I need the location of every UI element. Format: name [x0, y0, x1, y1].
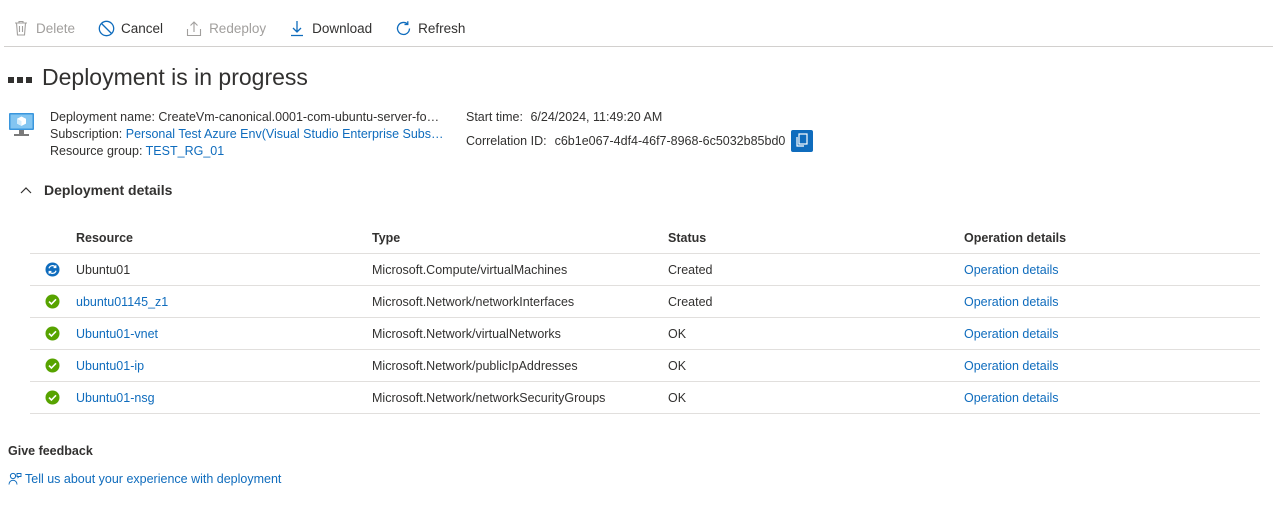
redeploy-button[interactable]: Redeploy — [185, 14, 266, 42]
resource-link[interactable]: Ubuntu01-vnet — [76, 327, 372, 341]
cancel-label: Cancel — [121, 20, 164, 36]
download-icon — [288, 19, 306, 37]
deployment-info-secondary: Start time: 6/24/2024, 11:49:20 AM Corre… — [466, 109, 814, 153]
start-time-key: Start time: — [466, 110, 523, 124]
correlation-id-value: c6b1e067-4df4-46f7-8968-6c5032b85bd0 — [554, 134, 786, 148]
delete-label: Delete — [36, 20, 76, 36]
resource-status: Created — [668, 262, 713, 277]
refresh-icon — [394, 19, 412, 37]
download-button[interactable]: Download — [288, 14, 372, 42]
deployment-name-key: Deployment name: — [50, 110, 155, 124]
subscription-link[interactable]: Personal Test Azure Env(Visual Studio En… — [126, 126, 444, 143]
table-row: Ubuntu01-nsg Microsoft.Network/networkSe… — [30, 382, 1260, 414]
start-time-value: 6/24/2024, 11:49:20 AM — [530, 110, 663, 124]
success-check-icon — [45, 390, 60, 405]
table-row: ubuntu01145_z1 Microsoft.Network/network… — [30, 286, 1260, 318]
copy-button[interactable] — [791, 130, 814, 152]
refresh-button[interactable]: Refresh — [394, 14, 465, 42]
resource-group-link[interactable]: TEST_RG_01 — [146, 144, 225, 158]
refresh-label: Refresh — [418, 20, 466, 36]
table-row: Ubuntu01-vnet Microsoft.Network/virtualN… — [30, 318, 1260, 350]
resource-status: Created — [668, 294, 713, 309]
upload-icon — [185, 19, 203, 37]
column-header-resource: Resource — [76, 230, 133, 245]
download-label: Download — [312, 20, 373, 36]
success-check-icon — [45, 358, 60, 373]
feedback-link-text: Tell us about your experience with deplo… — [25, 472, 282, 486]
operation-details-link[interactable]: Operation details — [964, 263, 1260, 277]
success-check-icon — [45, 294, 60, 309]
table-row: Ubuntu01-ip Microsoft.Network/publicIpAd… — [30, 350, 1260, 382]
delete-button[interactable]: Delete — [12, 14, 75, 42]
correlation-id-key: Correlation ID: — [466, 134, 547, 148]
success-check-icon — [45, 326, 60, 341]
feedback-person-icon — [8, 472, 22, 486]
operation-details-link[interactable]: Operation details — [964, 391, 1260, 405]
deployment-name-value: CreateVm-canonical.0001-com-ubuntu-serve… — [158, 110, 440, 124]
deployment-details-toggle[interactable]: Deployment details — [18, 182, 172, 198]
resource-type: Microsoft.Network/networkInterfaces — [372, 294, 575, 309]
virtual-machine-icon — [8, 111, 35, 138]
subscription-key: Subscription: — [50, 127, 123, 141]
deployment-info: Deployment name: CreateVm-canonical.0001… — [50, 109, 444, 160]
resource-group-key: Resource group: — [50, 144, 143, 158]
command-toolbar: Delete Cancel Redeploy Download Refresh — [4, 14, 1273, 47]
cancel-circle-icon — [97, 19, 115, 37]
resource-type: Microsoft.Compute/virtualMachines — [372, 262, 568, 277]
resource-link[interactable]: Ubuntu01-nsg — [76, 391, 372, 405]
give-feedback-heading: Give feedback — [8, 444, 93, 458]
resource-link[interactable]: ubuntu01145_z1 — [76, 295, 372, 309]
trash-icon — [12, 19, 30, 37]
deployment-details-title: Deployment details — [44, 182, 173, 198]
chevron-up-icon — [18, 182, 34, 198]
resource-link[interactable]: Ubuntu01-ip — [76, 359, 372, 373]
resource-status: OK — [668, 326, 687, 341]
operation-details-link[interactable]: Operation details — [964, 327, 1260, 341]
operation-details-link[interactable]: Operation details — [964, 295, 1260, 309]
in-progress-dots-icon — [8, 76, 32, 83]
column-header-type: Type — [372, 230, 401, 245]
resource-status: OK — [668, 390, 687, 405]
page-header: Deployment is in progress — [8, 64, 308, 91]
copy-icon — [795, 132, 809, 150]
table-row: Ubuntu01 Microsoft.Compute/virtualMachin… — [30, 254, 1260, 286]
column-header-status: Status — [668, 230, 707, 245]
page-title: Deployment is in progress — [42, 64, 308, 90]
cancel-button[interactable]: Cancel — [97, 14, 163, 42]
resource-status: OK — [668, 358, 687, 373]
resource-type: Microsoft.Network/networkSecurityGroups — [372, 390, 606, 405]
resource-type: Microsoft.Network/publicIpAddresses — [372, 358, 578, 373]
feedback-link[interactable]: Tell us about your experience with deplo… — [8, 472, 281, 486]
redeploy-label: Redeploy — [209, 20, 267, 36]
column-header-operation-details: Operation details — [964, 230, 1067, 245]
table-header-row: Resource Type Status Operation details — [30, 222, 1260, 254]
resource-type: Microsoft.Network/virtualNetworks — [372, 326, 561, 341]
in-progress-icon — [45, 262, 60, 277]
operation-details-link[interactable]: Operation details — [964, 359, 1260, 373]
deployment-details-table: Resource Type Status Operation details U… — [30, 222, 1260, 414]
resource-name: Ubuntu01 — [76, 262, 131, 277]
